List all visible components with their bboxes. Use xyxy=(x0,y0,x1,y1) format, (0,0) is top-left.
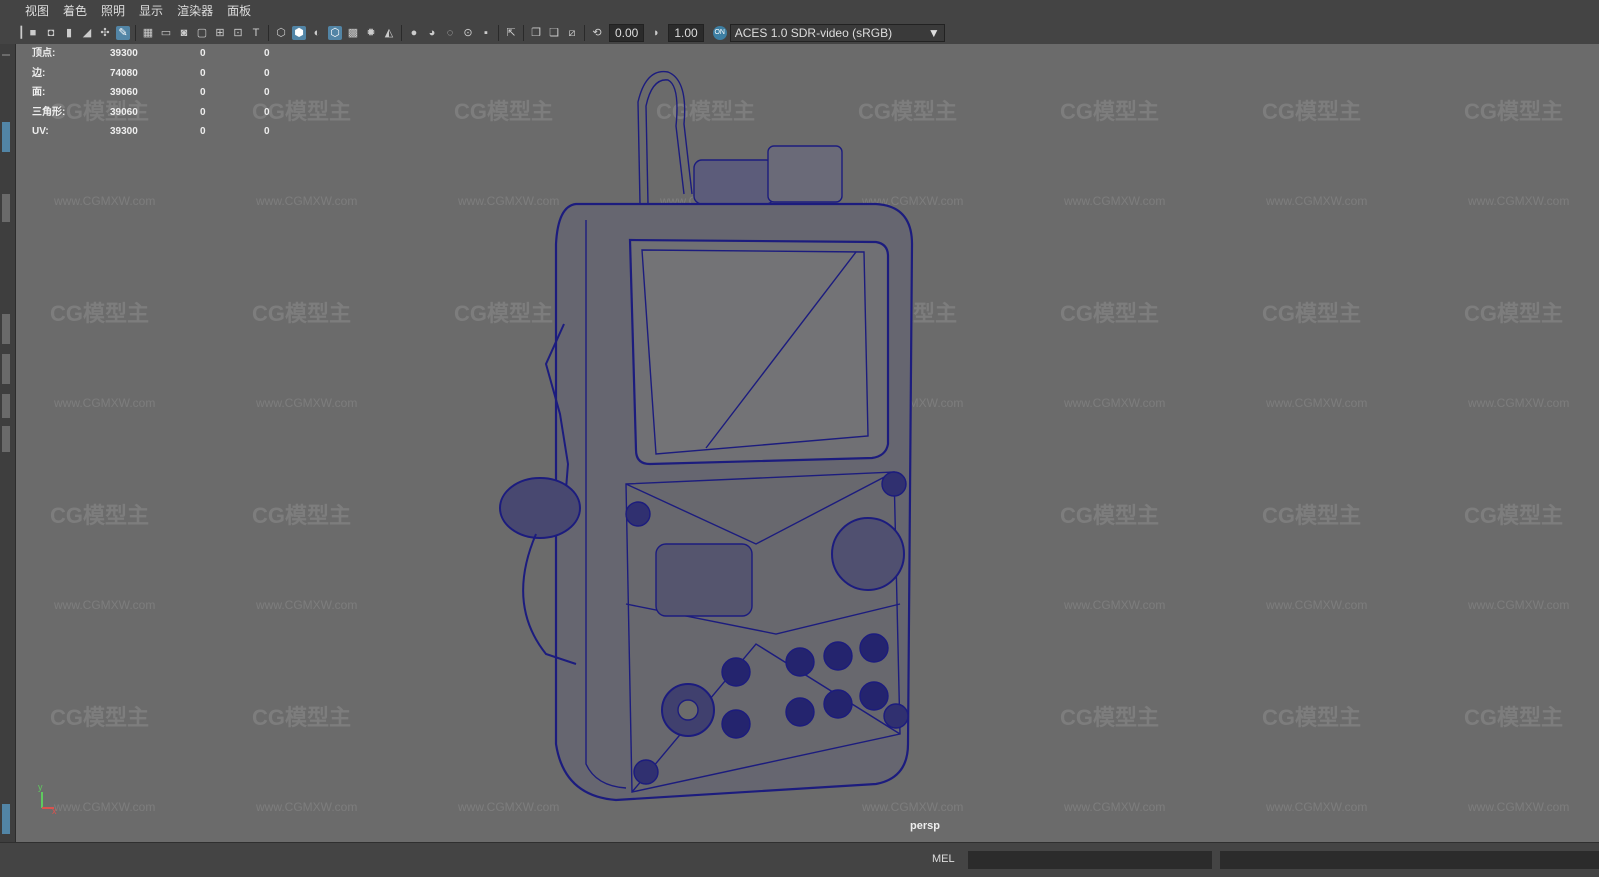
exposure-reset-icon[interactable]: ⟲ xyxy=(590,26,604,40)
strip-layout-icon[interactable] xyxy=(2,354,10,384)
film-gate-icon[interactable]: ▭ xyxy=(159,26,173,40)
safe-title-icon[interactable]: T xyxy=(249,26,263,40)
toolbar-divider xyxy=(401,25,402,41)
gamma-reset-icon[interactable]: ◗ xyxy=(649,26,663,40)
exposure-field[interactable]: 0.00 xyxy=(609,24,645,42)
screw xyxy=(881,471,907,497)
xray-icon[interactable]: ▪ xyxy=(479,26,493,40)
grease-pencil-icon[interactable]: ✎ xyxy=(116,26,130,40)
smooth-shade-icon[interactable]: ⬢ xyxy=(292,26,306,40)
top-knob xyxy=(693,159,775,205)
strip-layout-icon[interactable] xyxy=(2,314,10,344)
side-dial xyxy=(831,517,905,591)
select-camera-icon[interactable]: ■ xyxy=(26,26,40,40)
safe-action-icon[interactable]: ⊡ xyxy=(231,26,245,40)
gamma-field[interactable]: 1.00 xyxy=(668,24,704,42)
toolbar-divider xyxy=(523,25,524,41)
screw xyxy=(625,501,651,527)
axis-y-label: y xyxy=(38,782,43,792)
menu-view[interactable]: 视图 xyxy=(18,0,56,22)
camera-attributes-icon[interactable]: ◘ xyxy=(44,26,58,40)
toolbar-divider xyxy=(268,25,269,41)
shadows-icon[interactable]: ◭ xyxy=(382,26,396,40)
xray-joints-icon[interactable]: ❐ xyxy=(529,26,543,40)
anti-aliasing-icon[interactable]: ◌ xyxy=(443,26,457,40)
isolate-select-icon[interactable]: ⇱ xyxy=(504,26,518,40)
wireframe-icon[interactable]: ⬡ xyxy=(274,26,288,40)
menu-shading[interactable]: 着色 xyxy=(56,0,94,22)
resolution-gate-icon[interactable]: ◙ xyxy=(177,26,191,40)
keypad-button xyxy=(721,709,751,739)
motion-blur-icon[interactable]: ◕ xyxy=(425,26,439,40)
view-transform-dropdown[interactable]: ACES 1.0 SDR-video (sRGB) ▼ xyxy=(729,24,945,42)
gate-mask-icon[interactable]: ▢ xyxy=(195,26,209,40)
round-knob-hole xyxy=(677,699,699,721)
wireframe-on-shaded-icon[interactable]: ⬡ xyxy=(328,26,342,40)
strip-active-tool-icon[interactable] xyxy=(2,122,10,152)
image-plane-icon[interactable]: ◢ xyxy=(80,26,94,40)
left-toolbox-strip xyxy=(0,44,16,844)
camera-name-label: persp xyxy=(910,820,940,832)
keypad-button xyxy=(859,681,889,711)
field-chart-icon[interactable]: ⊞ xyxy=(213,26,227,40)
mel-label[interactable]: MEL xyxy=(932,853,955,865)
strip-layout-icon[interactable] xyxy=(2,426,10,452)
keypad-button xyxy=(785,697,815,727)
backface-culling-icon[interactable]: ⧄ xyxy=(565,26,579,40)
keypad-button xyxy=(785,647,815,677)
strip-marker xyxy=(2,54,10,56)
toolbar-divider xyxy=(584,25,585,41)
keypad-button xyxy=(823,641,853,671)
lights-icon[interactable]: ✹ xyxy=(364,26,378,40)
wireframe-model[interactable]: y x xyxy=(16,44,1599,842)
strip-tool-icon[interactable] xyxy=(2,194,10,222)
xray-active-icon[interactable]: ❏ xyxy=(547,26,561,40)
keypad-button xyxy=(721,657,751,687)
menu-lighting[interactable]: 照明 xyxy=(94,0,132,22)
menu-panels[interactable]: 面板 xyxy=(220,0,258,22)
command-result-field xyxy=(1220,851,1599,869)
screw xyxy=(883,703,909,729)
strip-layout-icon[interactable] xyxy=(2,394,10,418)
antenna-cable-inner xyxy=(645,79,685,205)
textured-icon[interactable]: ▩ xyxy=(346,26,360,40)
toolbar-divider xyxy=(135,25,136,41)
menu-renderer[interactable]: 渲染器 xyxy=(170,0,220,22)
2d-pan-zoom-icon[interactable]: ✣ xyxy=(98,26,112,40)
menu-show[interactable]: 显示 xyxy=(132,0,170,22)
strip-bottom-icon[interactable] xyxy=(2,804,10,834)
command-input[interactable] xyxy=(968,851,1212,869)
3d-viewport[interactable]: CG模型主 CG模型主 CG模型主 CG模型主 CG模型主 CG模型主 CG模型… xyxy=(16,44,1599,842)
axis-x-label: x xyxy=(52,806,57,816)
screw xyxy=(633,759,659,785)
toolbar-handle-icon[interactable]: ┃ xyxy=(18,26,25,40)
keypad-button xyxy=(823,689,853,719)
chevron-down-icon: ▼ xyxy=(927,26,940,40)
view-transform-value: ACES 1.0 SDR-video (sRGB) xyxy=(734,26,893,40)
grid-icon[interactable]: ▦ xyxy=(141,26,155,40)
menu-bar: 视图 着色 照明 显示 渲染器 面板 xyxy=(0,0,1599,22)
top-button xyxy=(767,145,843,203)
bookmark-icon[interactable]: ▮ xyxy=(62,26,76,40)
cylinder-part xyxy=(655,543,753,617)
default-material-icon[interactable]: ◐ xyxy=(310,26,324,40)
toolbar-divider xyxy=(498,25,499,41)
side-ring xyxy=(499,477,581,539)
command-line-bar: MEL xyxy=(0,842,1599,877)
ambient-occlusion-icon[interactable]: ● xyxy=(407,26,421,40)
depth-of-field-icon[interactable]: ⊙ xyxy=(461,26,475,40)
color-management-toggle-icon[interactable]: ON xyxy=(712,26,727,40)
keypad-button xyxy=(859,633,889,663)
axis-gizmo: y x xyxy=(38,782,57,816)
viewport-toolbar: ┃ ■ ◘ ▮ ◢ ✣ ✎ ▦ ▭ ◙ ▢ ⊞ ⊡ T ⬡ ⬢ ◐ ⬡ ▩ ✹ … xyxy=(0,22,1599,45)
